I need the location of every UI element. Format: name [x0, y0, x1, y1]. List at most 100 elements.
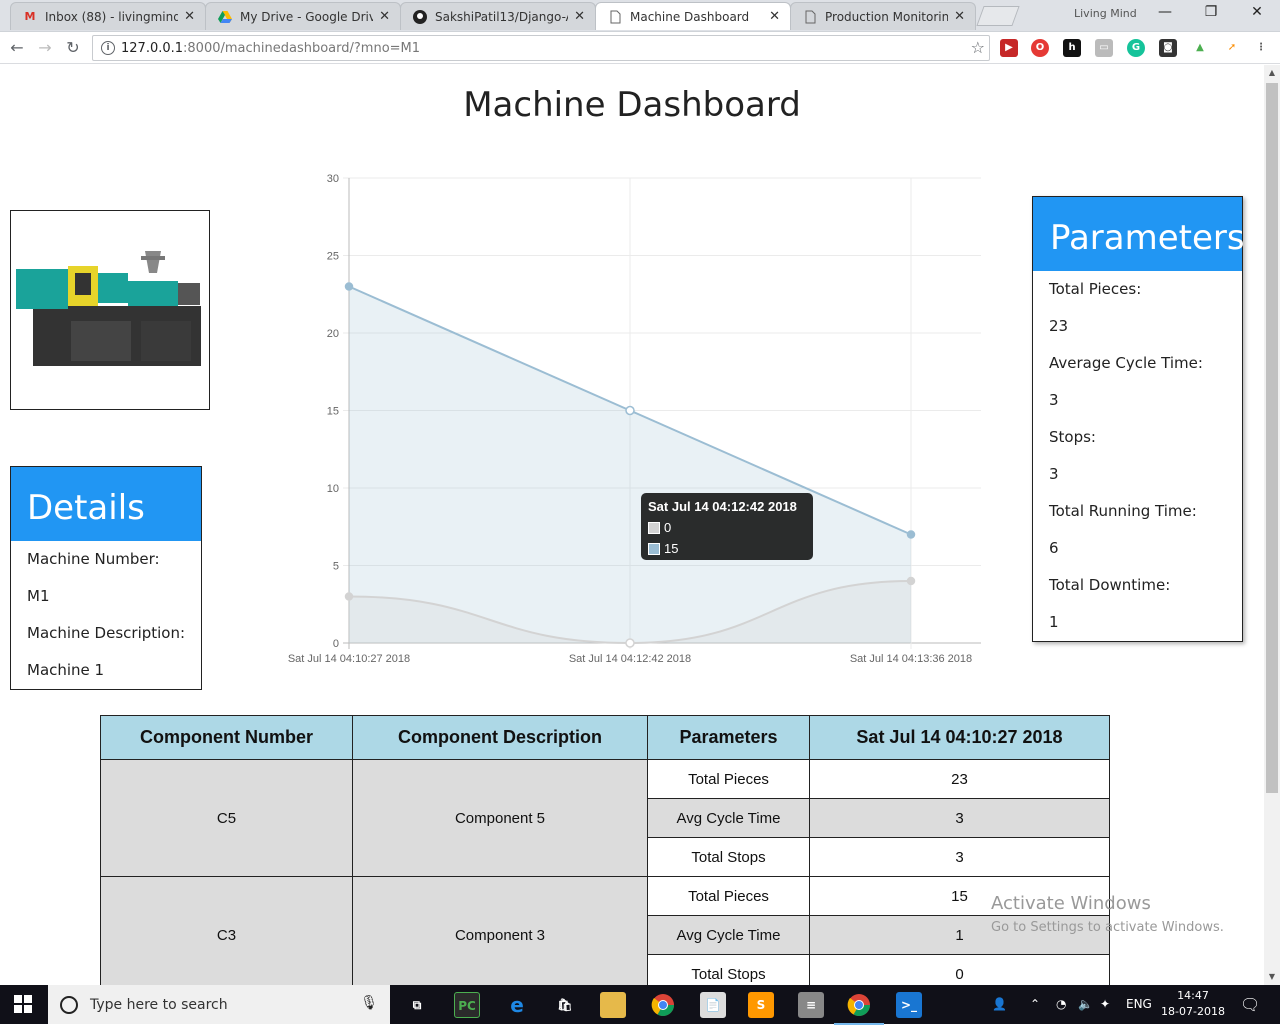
store-icon[interactable]: 🛍 — [552, 992, 578, 1018]
column-header: Sat Jul 14 04:10:27 2018 — [809, 715, 1110, 760]
scroll-up-icon[interactable]: ▲ — [1264, 65, 1280, 81]
h-extension-icon[interactable]: h — [1063, 39, 1081, 57]
page-title: Machine Dashboard — [463, 85, 801, 125]
component-table: Component Number Component Description P… — [100, 715, 1110, 985]
tab-title: Inbox (88) - livingmindte — [45, 9, 179, 24]
drive-icon — [218, 10, 232, 24]
close-icon[interactable]: ✕ — [184, 9, 195, 24]
address-bar-row: ← → ↻ i 127.0.0.1:8000/machinedashboard/… — [0, 32, 1280, 64]
documents-icon[interactable]: 📄 — [700, 992, 726, 1018]
x-tick-label: Sat Jul 14 04:12:42 2018 — [569, 653, 691, 665]
bookmark-star-icon[interactable]: ☆ — [971, 38, 985, 57]
tooltip-row: 15 — [648, 538, 806, 559]
tooltip-value: 0 — [664, 520, 672, 535]
page-viewport: Machine Dashboard Details Machine Number… — [0, 65, 1264, 985]
component-description-cell: Component 5 — [352, 759, 648, 877]
extension-icon[interactable]: ▶ — [1000, 39, 1018, 57]
gmail-icon: M — [24, 10, 36, 23]
file-explorer-icon[interactable] — [600, 992, 626, 1018]
value-cell: 0 — [809, 954, 1110, 985]
url-input[interactable]: i 127.0.0.1:8000/machinedashboard/?mno=M… — [92, 35, 990, 61]
menu-icon[interactable]: ⋮ — [1252, 39, 1270, 57]
component-number-cell: C3 — [100, 876, 353, 985]
activation-watermark: Activate Windows Go to Settings to activ… — [991, 893, 1224, 935]
edge-icon[interactable]: e — [504, 992, 530, 1018]
scroll-down-icon[interactable]: ▼ — [1264, 969, 1280, 985]
language-indicator[interactable]: ENG — [1126, 985, 1152, 1024]
github-icon — [413, 9, 427, 24]
task-view-icon[interactable]: ⧉ — [404, 992, 430, 1018]
people-icon[interactable]: 👤 — [992, 985, 1007, 1024]
chrome-active-icon[interactable] — [834, 992, 884, 1025]
taskbar-search-input[interactable]: Type here to search 🎙 — [48, 985, 390, 1024]
close-icon[interactable]: ✕ — [379, 9, 390, 24]
extension-icon[interactable]: ➚ — [1223, 39, 1241, 57]
powershell-icon[interactable]: >_ — [896, 992, 922, 1018]
total-pieces-value: 23 — [1049, 317, 1069, 335]
back-icon[interactable]: ← — [6, 38, 28, 60]
clock-date: 18-07-2018 — [1161, 1005, 1225, 1018]
chrome-icon[interactable] — [650, 992, 676, 1018]
details-heading: Details — [11, 467, 201, 541]
close-icon[interactable]: ✕ — [769, 9, 780, 24]
parameter-cell: Total Stops — [647, 954, 810, 985]
component-number-cell: C5 — [100, 759, 353, 877]
extension-icon[interactable]: ▭ — [1095, 39, 1113, 57]
parameter-cell: Avg Cycle Time — [647, 915, 810, 955]
volume-icon[interactable]: 🔈 — [1078, 985, 1093, 1024]
maximize-icon[interactable]: ❐ — [1188, 4, 1234, 26]
tab-gmail[interactable]: M Inbox (88) - livingmindte ✕ — [10, 2, 206, 30]
column-header: Component Description — [352, 715, 648, 760]
database-icon[interactable]: ≡ — [798, 992, 824, 1018]
tab-machine-dashboard[interactable]: Machine Dashboard ✕ — [595, 2, 791, 30]
chart-tooltip: Sat Jul 14 04:12:42 2018 0 15 — [641, 493, 813, 560]
url-path: :8000/machinedashboard/?mno=M1 — [183, 40, 421, 56]
wifi-icon[interactable]: ◔ — [1056, 985, 1066, 1024]
machine-number-value: M1 — [27, 587, 50, 605]
tab-strip: M Inbox (88) - livingmindte ✕ My Drive -… — [0, 0, 1280, 32]
close-icon[interactable]: ✕ — [954, 9, 965, 24]
notification-icon[interactable]: 🗨 — [1240, 985, 1260, 1024]
info-icon[interactable]: i — [101, 41, 115, 55]
chevron-up-icon[interactable]: ⌃ — [1030, 985, 1040, 1024]
pycharm-icon[interactable]: PC — [454, 992, 480, 1018]
table-header-row: Component Number Component Description P… — [100, 715, 1110, 760]
tab-github[interactable]: SakshiPatil13/Django-AW ✕ — [400, 2, 596, 30]
data-point — [344, 282, 354, 291]
y-tick-label: 15 — [327, 406, 339, 418]
parameter-cell: Avg Cycle Time — [647, 798, 810, 838]
avg-cycle-label: Average Cycle Time: — [1049, 354, 1203, 372]
machine-description-label: Machine Description: — [27, 624, 186, 642]
value-cell: 23 — [809, 759, 1110, 799]
windows-start-icon[interactable] — [14, 995, 32, 1013]
close-window-icon[interactable]: ✕ — [1234, 4, 1280, 26]
close-icon[interactable]: ✕ — [574, 9, 585, 24]
legend-swatch — [648, 521, 660, 534]
machine-description-value: Machine 1 — [27, 661, 105, 679]
vertical-scrollbar[interactable]: ▲ ▼ — [1264, 65, 1280, 985]
production-chart[interactable]: 0 5 10 15 20 25 30 Sat Jul 14 04:10:27 2018 Sat … — [270, 165, 1000, 675]
tab-drive[interactable]: My Drive - Google Drive ✕ — [205, 2, 401, 30]
sublime-icon[interactable]: S — [748, 992, 774, 1018]
new-tab-button[interactable] — [976, 6, 1020, 26]
extension-icon[interactable]: ◙ — [1159, 39, 1177, 57]
cortana-icon — [60, 995, 78, 1014]
y-tick-label: 5 — [333, 561, 339, 573]
dropbox-icon[interactable]: ✦ — [1100, 985, 1110, 1024]
system-clock[interactable]: 14:47 18-07-2018 — [1160, 988, 1226, 1020]
tab-title: SakshiPatil13/Django-AW — [435, 9, 568, 24]
minimize-icon[interactable]: — — [1142, 4, 1188, 26]
extension-icon[interactable]: ▲ — [1191, 39, 1209, 57]
reload-icon[interactable]: ↻ — [62, 38, 84, 60]
profile-label[interactable]: Living Mind — [1074, 7, 1137, 20]
data-point — [344, 592, 354, 601]
opera-icon[interactable]: O — [1031, 39, 1049, 57]
data-point — [906, 530, 916, 539]
forward-icon[interactable]: → — [34, 38, 56, 60]
grammarly-icon[interactable]: G — [1127, 39, 1145, 57]
page-icon — [608, 10, 622, 24]
data-point — [906, 576, 916, 586]
scrollbar-thumb[interactable] — [1266, 83, 1278, 793]
tab-production-monitoring[interactable]: Production Monitoring Sy ✕ — [790, 2, 976, 30]
microphone-icon[interactable]: 🎙 — [360, 995, 378, 1011]
